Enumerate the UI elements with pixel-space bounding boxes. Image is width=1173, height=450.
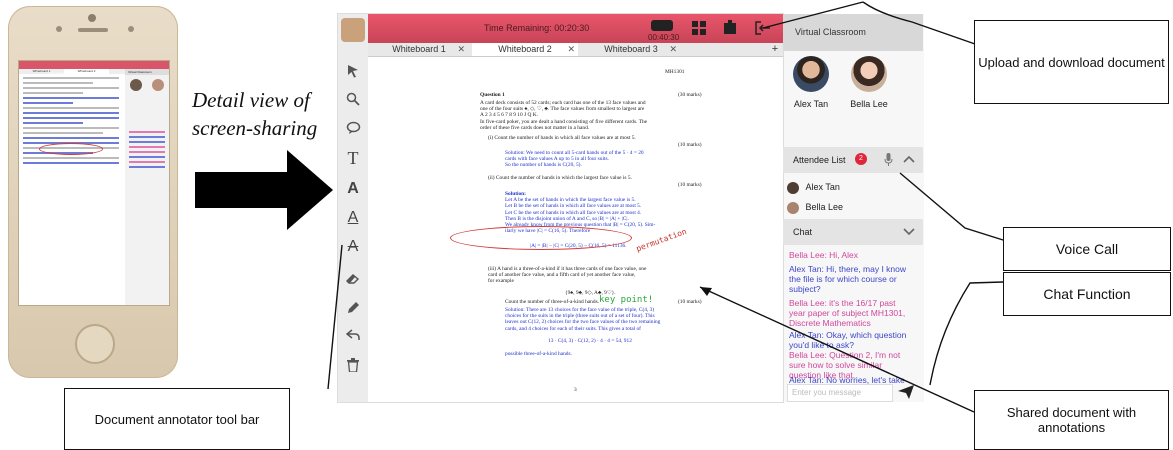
callout-chat-function: Chat Function xyxy=(1003,272,1171,316)
callout-upload-download: Upload and download document xyxy=(974,20,1169,104)
callout-annotator-toolbar: Document annotator tool bar xyxy=(64,388,290,450)
callout-shared-document: Shared document with annotations xyxy=(974,390,1169,450)
callout-voice-call: Voice Call xyxy=(1003,227,1171,271)
